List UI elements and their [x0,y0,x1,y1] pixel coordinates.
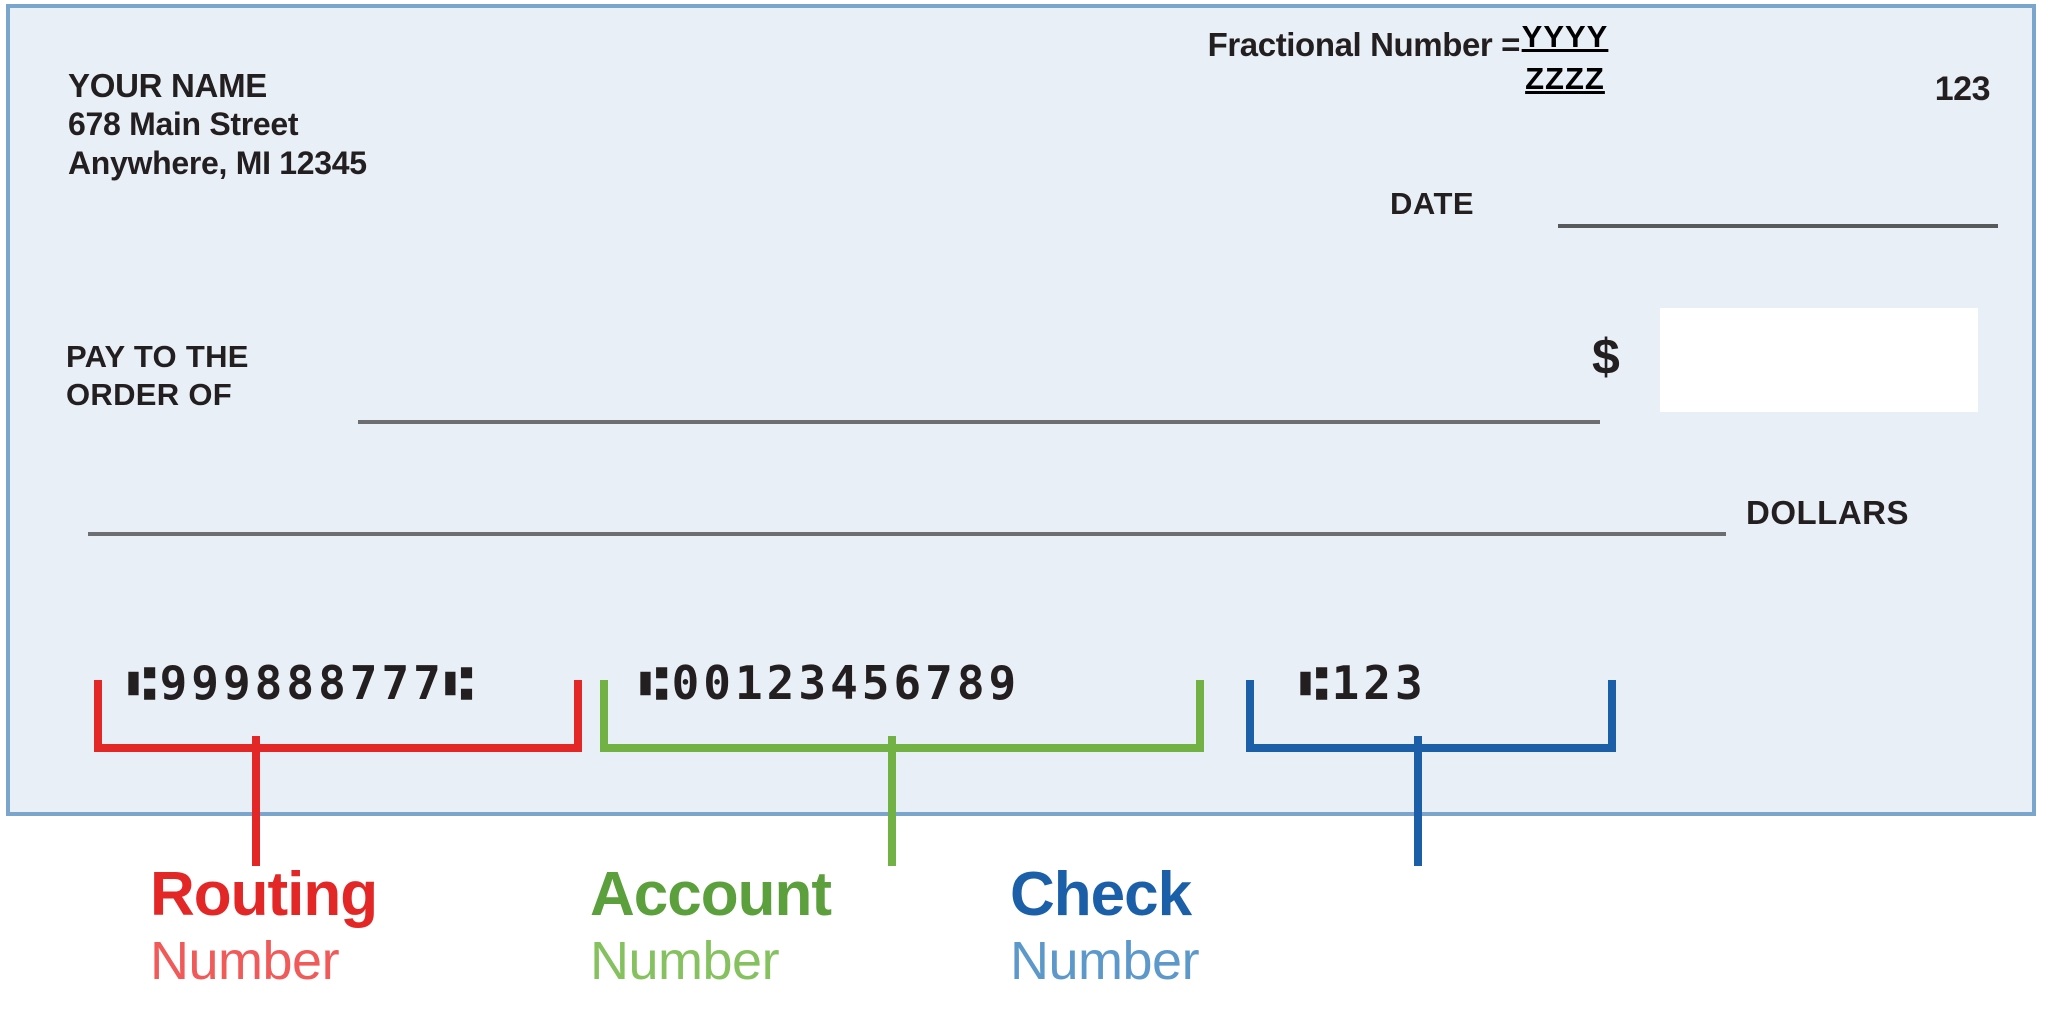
legend-routing-number: Routing Number [150,860,378,994]
check-number-bracket-left-leg [1246,680,1254,752]
account-bracket-bar [600,744,1204,752]
check-diagram: YOUR NAME 678 Main Street Anywhere, MI 1… [0,0,2048,1027]
legend-account-number: Account Number [590,860,832,994]
routing-leader-line [252,736,260,866]
written-amount-line[interactable] [88,532,1726,536]
currency-symbol: $ [1592,329,1620,385]
payer-city-state-zip: Anywhere, MI 12345 [68,145,367,181]
payer-street: 678 Main Street [68,106,299,142]
pay-to-line2: ORDER OF [66,377,233,412]
check-number-leader-line [1414,736,1422,866]
fractional-denominator: ZZZZ [1525,61,1605,96]
routing-bracket-left-leg [94,680,102,752]
check-number-bracket-bar [1246,744,1616,752]
date-label: DATE [1390,186,1475,221]
legend-routing-title: Routing [150,860,378,929]
routing-bracket [94,680,582,752]
routing-bracket-right-leg [574,680,582,752]
check-face: YOUR NAME 678 Main Street Anywhere, MI 1… [6,4,2036,816]
account-leader-line [888,736,896,866]
dollars-label: DOLLARS [1746,494,1909,531]
legend-account-title: Account [590,860,832,929]
account-bracket-right-leg [1196,680,1204,752]
pay-to-line1: PAY TO THE [66,339,249,374]
fractional-numerator: YYYY [1521,19,1609,54]
check-number-bracket-right-leg [1608,680,1616,752]
check-number-printed: 123 [1934,70,1991,108]
fractional-number-label: Fractional Number = [1207,26,1521,63]
amount-box[interactable] [1660,308,1978,412]
legend-check-title: Check [1010,860,1192,929]
legend-account-subtitle: Number [590,931,780,991]
legend-check-number: Check Number [1010,860,1200,994]
routing-bracket-bar [94,744,582,752]
payer-name: YOUR NAME [68,67,267,104]
pay-to-order-label: PAY TO THE ORDER OF [66,338,249,414]
legend-routing-subtitle: Number [150,931,340,991]
fractional-number-fraction: YYYY ZZZZ [1500,20,1630,96]
account-bracket-left-leg [600,680,608,752]
legend-check-subtitle: Number [1010,931,1200,991]
check-number-bracket [1246,680,1616,752]
payer-address-block: YOUR NAME 678 Main Street Anywhere, MI 1… [68,66,367,183]
date-write-line[interactable] [1558,224,1998,228]
payee-write-line[interactable] [358,420,1600,424]
account-bracket [600,680,1204,752]
